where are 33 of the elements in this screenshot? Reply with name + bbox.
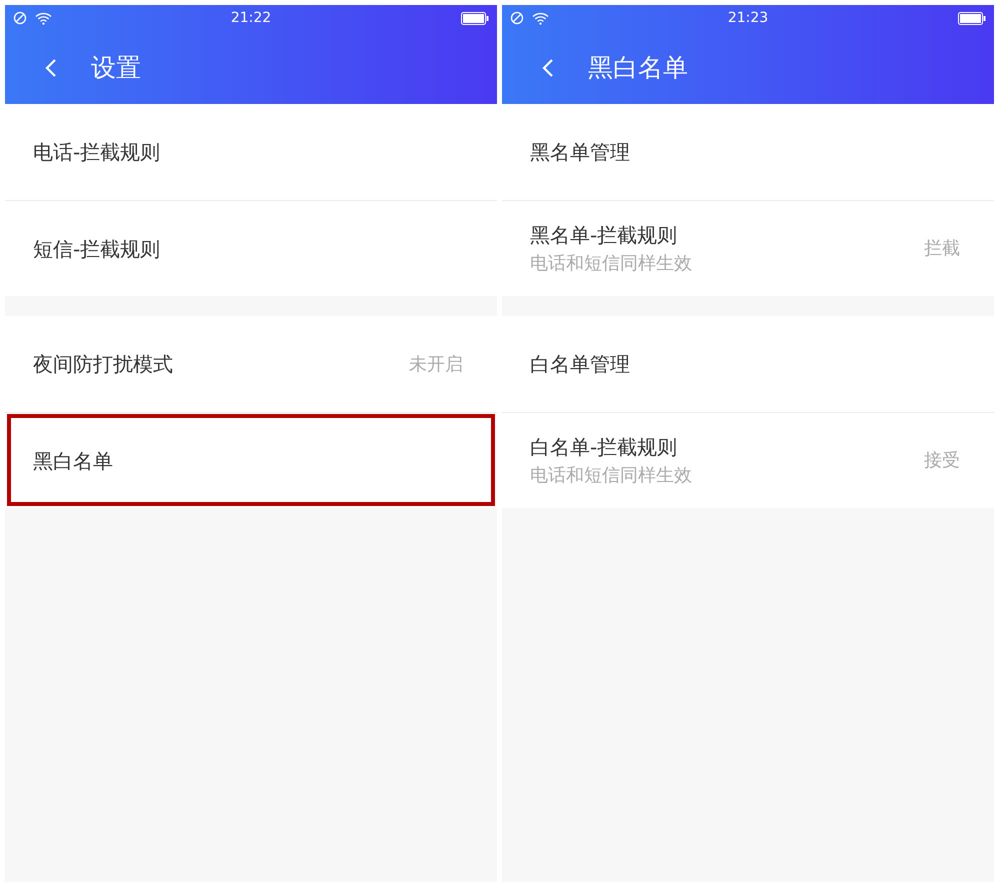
status-time: 21:23 — [728, 8, 768, 28]
page-title: 设置 — [91, 52, 141, 84]
row-label: 电话-拦截规则 — [33, 139, 160, 166]
row-value: 未开启 — [409, 352, 463, 376]
row-label: 夜间防打扰模式 — [33, 351, 173, 378]
settings-row[interactable]: 短信-拦截规则 — [5, 200, 497, 296]
battery-icon — [461, 12, 489, 24]
no-disturb-icon — [510, 11, 524, 25]
back-icon[interactable] — [45, 58, 57, 78]
row-label: 黑白名单 — [33, 448, 113, 474]
row-subtitle: 电话和短信同样生效 — [530, 252, 692, 276]
row-label: 短信-拦截规则 — [33, 236, 160, 262]
row-label: 白名单-拦截规则 — [530, 434, 678, 461]
no-disturb-icon — [13, 11, 27, 25]
wifi-icon — [532, 12, 549, 24]
row-label: 黑名单管理 — [530, 139, 630, 166]
row-value: 拦截 — [924, 237, 960, 261]
settings-row[interactable]: 黑名单管理 — [502, 104, 994, 200]
back-icon[interactable] — [542, 58, 554, 78]
row-value: 接受 — [924, 449, 960, 473]
settings-row[interactable]: 夜间防打扰模式 未开启 — [5, 316, 497, 412]
settings-row[interactable]: 黑名单-拦截规则 电话和短信同样生效 拦截 — [502, 200, 994, 296]
page-title: 黑白名单 — [588, 52, 688, 84]
settings-row[interactable]: 白名单-拦截规则 电话和短信同样生效 接受 — [502, 412, 994, 508]
wifi-icon — [35, 12, 52, 24]
row-subtitle: 电话和短信同样生效 — [530, 464, 692, 488]
battery-icon — [958, 12, 986, 24]
settings-row[interactable]: 白名单管理 — [502, 316, 994, 412]
settings-row[interactable]: 黑白名单 — [5, 412, 497, 508]
status-time: 21:22 — [230, 8, 272, 28]
row-label: 黑名单-拦截规则 — [530, 222, 678, 249]
settings-row[interactable]: 电话-拦截规则 — [5, 104, 497, 200]
row-label: 白名单管理 — [530, 351, 630, 378]
